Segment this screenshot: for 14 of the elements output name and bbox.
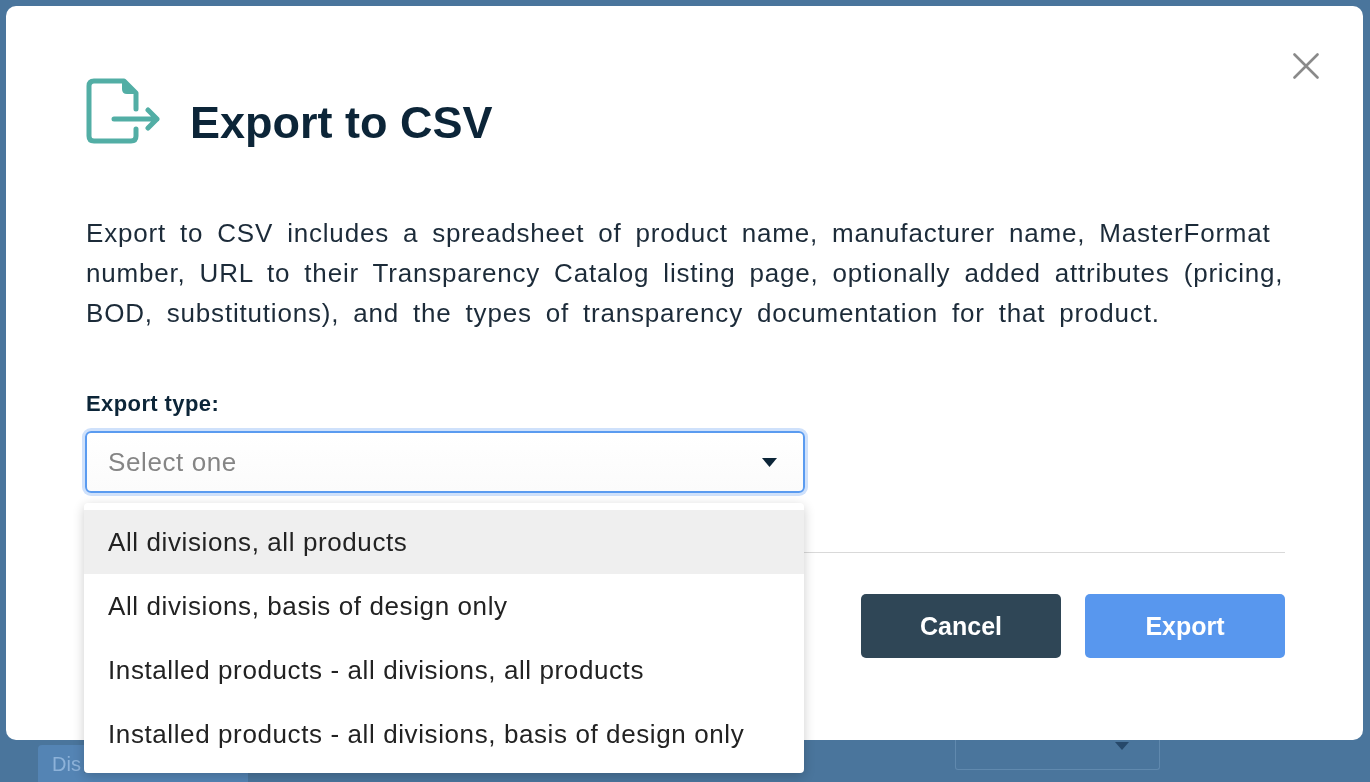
document-arrow-icon bbox=[86, 78, 160, 144]
dropdown-option[interactable]: Installed products - all divisions, basis of design only bbox=[84, 702, 804, 766]
dialog-description: Export to CSV includes a spreadsheet of product name, manufacturer name, MasterFormat number, URL to their Transparency Catalog listing page, optionally added attributes (pricing, BOD, substitutions), and the types of transparency documentation for that product. bbox=[86, 217, 1285, 330]
cancel-button[interactable]: Cancel bbox=[861, 594, 1061, 658]
field-label: Export type: bbox=[86, 392, 220, 416]
caret-icon bbox=[1115, 742, 1129, 750]
dialog-title: Export to CSV bbox=[190, 100, 493, 145]
caret-icon bbox=[762, 457, 777, 467]
close-button[interactable] bbox=[1290, 50, 1322, 82]
dropdown-option[interactable]: Installed products - all divisions, all products bbox=[84, 638, 804, 702]
dropdown-option[interactable]: All divisions, basis of design only bbox=[84, 574, 804, 638]
select-field[interactable]: Select one bbox=[85, 431, 805, 493]
close-icon bbox=[1293, 53, 1319, 79]
dropdown-option[interactable]: All divisions, all products bbox=[84, 510, 804, 574]
